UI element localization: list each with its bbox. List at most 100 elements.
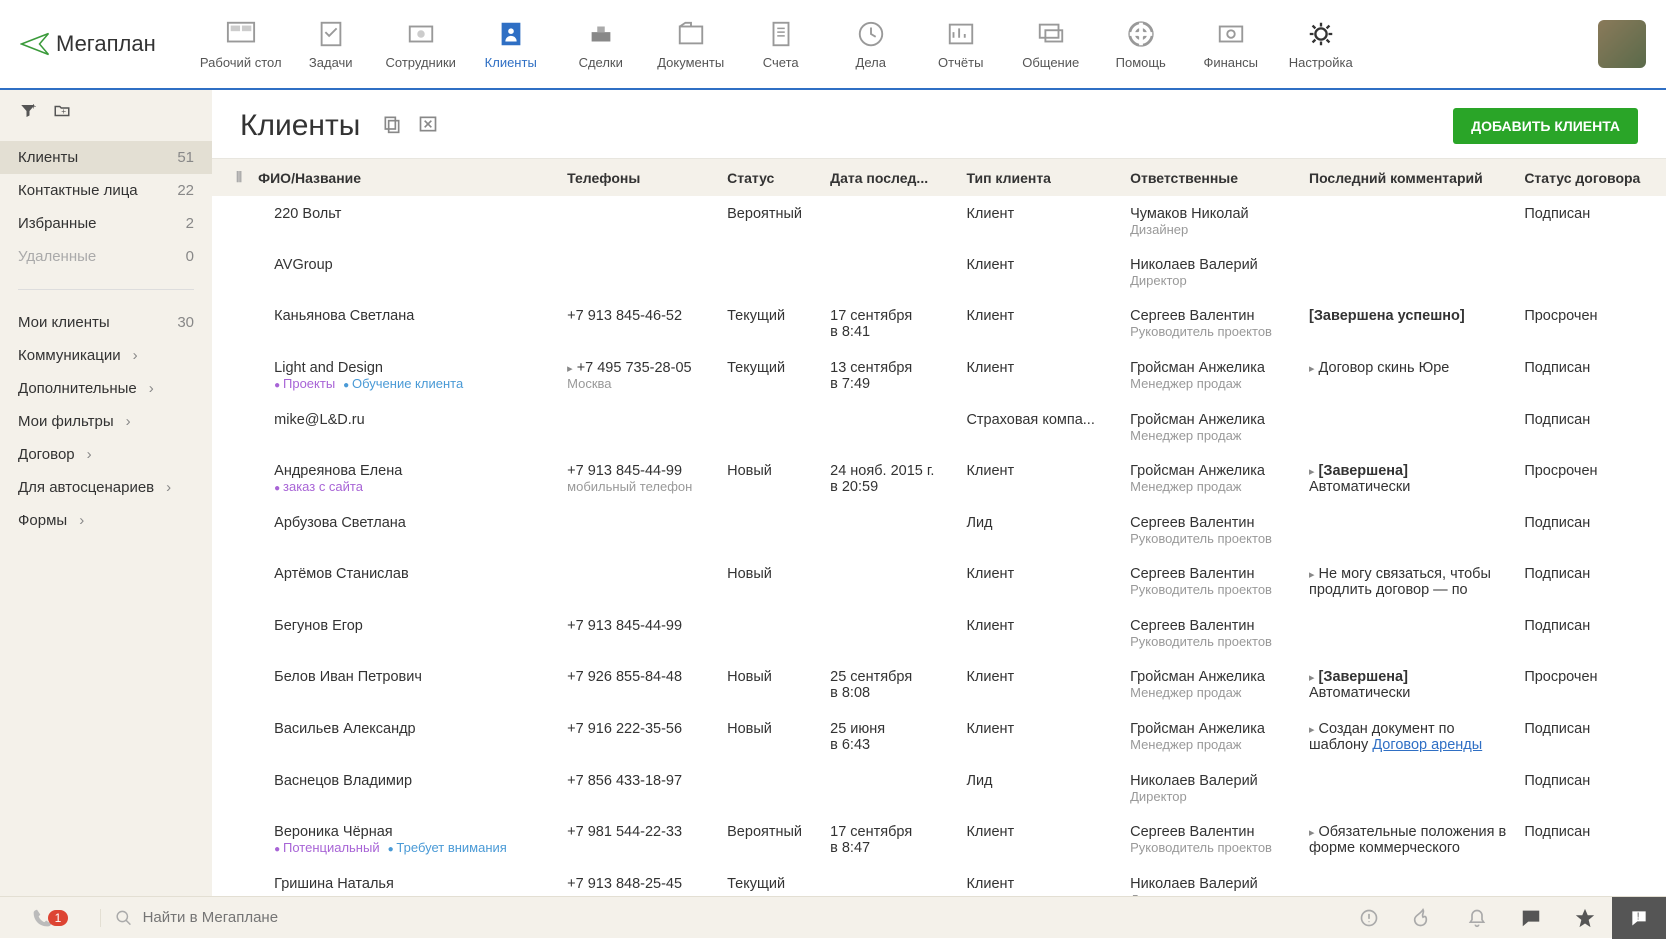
fire-icon[interactable] [1396,897,1450,939]
table-row[interactable]: Васнецов Владимир+7 856 433-18-97ЛидНико… [212,763,1666,814]
cell-contract: Подписан [1516,814,1666,866]
nav-icon [1121,19,1161,49]
cell-type: Страховая компа... [958,402,1122,453]
column-header[interactable]: Статус договора [1516,159,1666,196]
nav-icon [491,19,531,49]
cell-responsible: Гройсман АнжеликаМенеджер продаж [1122,659,1301,711]
nav-Настройка[interactable]: Настройка [1276,19,1366,70]
cell-contract: Просрочен [1516,298,1666,350]
column-header[interactable]: ФИО/Название [250,159,559,196]
sidebar-item-Контактные лица[interactable]: Контактные лица22 [0,174,212,207]
cell-comment: ▸Договор скинь Юре [1301,350,1516,402]
star-icon[interactable] [1558,897,1612,939]
folder-add-icon[interactable]: + [52,102,72,125]
column-header[interactable]: Ответственные [1122,159,1301,196]
column-header[interactable]: Телефоны [559,159,719,196]
cell-comment: ▸[Завершена] Автоматически [1301,659,1516,711]
table-row[interactable]: Белов Иван Петрович+7 926 855-84-48Новый… [212,659,1666,711]
search-bar[interactable] [100,909,1342,927]
copy-icon[interactable] [382,114,402,139]
user-avatar[interactable] [1598,20,1646,68]
sidebar-item-Коммуникации[interactable]: Коммуникации [0,339,212,372]
nav-Дела[interactable]: Дела [826,19,916,70]
nav-Счета[interactable]: Счета [736,19,826,70]
cell-type: Клиент [958,659,1122,711]
sidebar-item-Удаленные[interactable]: Удаленные0 [0,240,212,273]
table-row[interactable]: 220 ВольтВероятныйКлиентЧумаков НиколайД… [212,196,1666,247]
nav-Рабочий стол[interactable]: Рабочий стол [196,19,286,70]
export-excel-icon[interactable] [418,114,438,139]
nav-Сотрудники[interactable]: Сотрудники [376,19,466,70]
sidebar-item-Мои клиенты[interactable]: Мои клиенты30 [0,306,212,339]
cell-comment: [Завершена успешно] [1301,298,1516,350]
add-client-button[interactable]: ДОБАВИТЬ КЛИЕНТА [1453,108,1638,144]
cell-contract: Просрочен [1516,453,1666,505]
cell-responsible: Сергеев ВалентинРуководитель проектов [1122,505,1301,556]
column-header[interactable]: Последний комментарий [1301,159,1516,196]
cell-date: 24 нояб. 2015 г.в 20:59 [822,453,958,505]
cell-date [822,402,958,453]
sidebar-item-Избранные[interactable]: Избранные2 [0,207,212,240]
nav-Финансы[interactable]: Финансы [1186,19,1276,70]
cell-status: Текущий [719,350,822,402]
sidebar-item-Клиенты[interactable]: Клиенты51 [0,141,212,174]
sidebar-item-Дополнительные[interactable]: Дополнительные [0,372,212,405]
table-row[interactable]: Андреянова Еленазаказ с сайта+7 913 845-… [212,453,1666,505]
nav-Документы[interactable]: Документы [646,19,736,70]
nav-icon [851,19,891,49]
cell-phone: +7 856 433-18-97 [559,763,719,814]
cell-status: Новый [719,556,822,608]
cell-date: 13 сентябряв 7:49 [822,350,958,402]
cell-date: 17 сентябряв 8:47 [822,814,958,866]
nav-Клиенты[interactable]: Клиенты [466,19,556,70]
feedback-icon[interactable]: ! [1612,897,1666,939]
table-row[interactable]: Артёмов СтаниславНовыйКлиентСергеев Вале… [212,556,1666,608]
comment-link[interactable]: Договор аренды [1372,737,1482,753]
cell-comment [1301,402,1516,453]
column-header[interactable]: Статус [719,159,822,196]
chat-icon[interactable] [1504,897,1558,939]
table-row[interactable]: AVGroupКлиентНиколаев ВалерийДиректор [212,247,1666,298]
nav-Отчёты[interactable]: Отчёты [916,19,1006,70]
cell-comment: ▸Не могу связаться, чтобы продлить догов… [1301,556,1516,608]
cell-phone: +7 913 845-44-99 [559,608,719,659]
nav-Общение[interactable]: Общение [1006,19,1096,70]
filter-add-icon[interactable]: + [18,102,38,125]
cell-status: Новый [719,659,822,711]
nav-Задачи[interactable]: Задачи [286,19,376,70]
cell-type: Клиент [958,196,1122,247]
table-row[interactable]: Бегунов Егор+7 913 845-44-99КлиентСергее… [212,608,1666,659]
alert-icon[interactable] [1342,897,1396,939]
search-input[interactable] [143,909,1328,926]
table-row[interactable]: Васильев Александр+7 916 222-35-56Новый2… [212,711,1666,763]
nav-Помощь[interactable]: Помощь [1096,19,1186,70]
sidebar-item-Договор[interactable]: Договор [0,438,212,471]
cell-phone: +7 913 845-46-52 [559,298,719,350]
nav-Сделки[interactable]: Сделки [556,19,646,70]
table-row[interactable]: Арбузова СветланаЛидСергеев ВалентинРуко… [212,505,1666,556]
bell-icon[interactable] [1450,897,1504,939]
column-header[interactable]: Тип клиента [958,159,1122,196]
table-row[interactable]: mike@L&D.ruСтраховая компа...Гройсман Ан… [212,402,1666,453]
nav-icon [401,19,441,49]
nav-icon [761,19,801,49]
table-row[interactable]: Каньянова Светлана+7 913 845-46-52Текущи… [212,298,1666,350]
logo[interactable]: Мегаплан [20,29,156,59]
phone-widget[interactable]: 1 [0,908,100,928]
cell-contract: Подписан [1516,196,1666,247]
sidebar-item-Для автосценариев[interactable]: Для автосценариев [0,471,212,504]
sidebar-item-Мои фильтры[interactable]: Мои фильтры [0,405,212,438]
cell-comment [1301,247,1516,298]
cell-status [719,402,822,453]
cell-name: Васнецов Владимир [250,763,559,814]
cell-contract: Подписан [1516,402,1666,453]
cell-comment [1301,866,1516,896]
column-settings-icon[interactable]: ⦀ [212,159,250,196]
cell-comment [1301,505,1516,556]
table-row[interactable]: Вероника ЧёрнаяПотенциальныйТребует вним… [212,814,1666,866]
column-header[interactable]: Дата послед... [822,159,958,196]
table-row[interactable]: Light and DesignПроектыОбучение клиента▸… [212,350,1666,402]
sidebar-item-Формы[interactable]: Формы [0,504,212,537]
table-row[interactable]: Гришина Наталья+7 913 848-25-45ТекущийКл… [212,866,1666,896]
cell-responsible: Чумаков НиколайДизайнер [1122,196,1301,247]
